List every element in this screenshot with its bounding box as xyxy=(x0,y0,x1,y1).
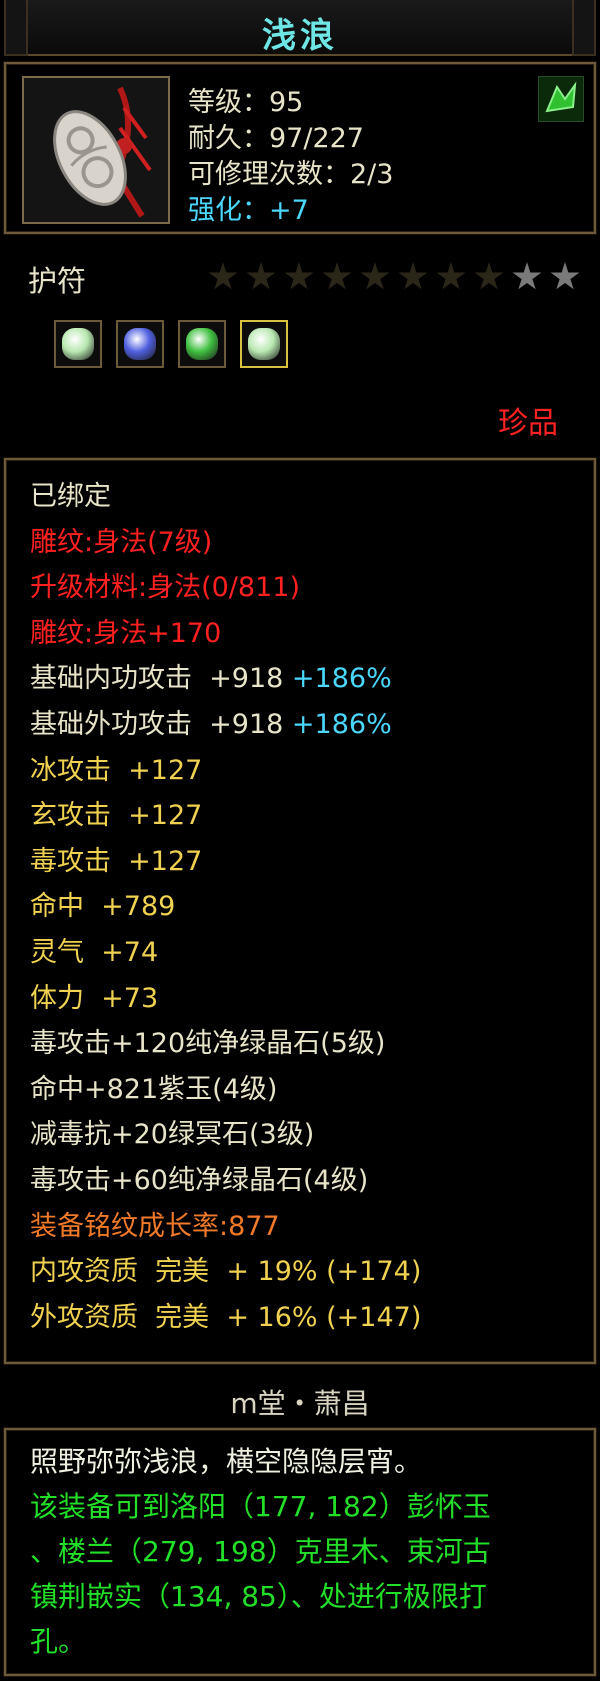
stat-line-text: 减毒抗+20绿冥石(3级) xyxy=(30,1119,315,1151)
stat-line-text: 内攻资质 完美 + 19% (+174) xyxy=(30,1256,422,1288)
star-icon xyxy=(360,262,390,290)
stat-line: 命中 +789 xyxy=(30,884,175,923)
enhance-stars xyxy=(208,262,580,292)
stat-line-text: 命中+821紫玉(4级) xyxy=(30,1073,278,1105)
stat-line: 毒攻击 +127 xyxy=(30,839,202,878)
stat-line: 体力 +73 xyxy=(30,976,158,1015)
set-name: m堂・萧昌 xyxy=(230,1387,370,1420)
stat-line: 雕纹:身法(7级) xyxy=(30,520,212,559)
stat-line-text: 冰攻击 +127 xyxy=(30,754,203,786)
star-icon xyxy=(322,262,352,290)
stat-line: 玄攻击 +127 xyxy=(30,793,202,832)
description-line: 孔。 xyxy=(30,1625,87,1658)
stat-line: 减毒抗+20绿冥石(3级) xyxy=(30,1112,314,1151)
item-type: 护符 xyxy=(28,264,87,298)
stat-line-bonus: +186% xyxy=(291,709,392,740)
star-icon xyxy=(512,262,542,290)
pure-green-crystal-icon xyxy=(62,328,94,360)
stat-line: 毒攻击+120纯净绿晶石(5级) xyxy=(30,1021,385,1060)
stat-line-text: 命中 +789 xyxy=(30,891,176,923)
amulet-image xyxy=(24,78,168,222)
stat-line-text: 雕纹:身法(7级) xyxy=(30,526,213,558)
description-line: 、楼兰（279, 198）克里木、束河古 xyxy=(30,1535,491,1568)
stat-line-text: 外攻资质 完美 + 16% (+147) xyxy=(30,1301,422,1333)
rarity-label: 珍品 xyxy=(498,406,558,441)
stat-line: 装备铭纹成长率:877 xyxy=(30,1204,280,1243)
stat-line-text: 雕纹:身法+170 xyxy=(30,617,222,649)
item-header-panel: 等级：95 耐久：97/227 可修理次数：2/3 强化：+7 xyxy=(4,62,596,234)
stat-line: 雕纹:身法+170 xyxy=(30,611,221,650)
stats-panel: 已绑定雕纹:身法(7级) 升级材料:身法(0/811) 雕纹:身法+170 基础内功攻… xyxy=(4,458,596,1364)
green-gem-icon xyxy=(538,76,584,122)
repair-count-stat: 可修理次数：2/3 xyxy=(188,159,394,190)
description-panel: 照野弥弥浅浪，横空隐隐层宵。该装备可到洛阳（177, 182）彭怀玉 、楼兰（27… xyxy=(4,1428,596,1676)
gem-slot[interactable] xyxy=(240,320,288,368)
stat-line-text: 毒攻击+60纯净绿晶石(4级) xyxy=(30,1165,369,1196)
gem-sockets xyxy=(54,320,288,368)
stat-line: 命中+821紫玉(4级) xyxy=(30,1067,277,1106)
stat-line: 基础外功攻击 +918 +186% xyxy=(30,702,392,741)
stat-line-text: 已绑定 xyxy=(30,481,111,512)
star-icon xyxy=(246,262,276,290)
description-line: 照野弥弥浅浪，横空隐隐层宵。 xyxy=(30,1445,423,1478)
stat-line-text: 体力 +73 xyxy=(30,982,159,1014)
stat-line: 毒攻击+60纯净绿晶石(4级) xyxy=(30,1158,368,1197)
star-icon xyxy=(550,262,580,290)
star-icon xyxy=(436,262,466,290)
stat-line: 灵气 +74 xyxy=(30,930,158,969)
level-stat: 等级：95 xyxy=(188,87,304,118)
gem-slot[interactable] xyxy=(54,320,102,368)
description-line: 镇荆嵌实（134, 85）、处进行极限打 xyxy=(30,1580,487,1613)
stat-line: 内攻资质 完美 + 19% (+174) xyxy=(30,1249,421,1288)
stat-line: 冰攻击 +127 xyxy=(30,748,202,787)
stat-line-text: 基础内功攻击 +918 xyxy=(30,663,292,695)
stat-line: 已绑定 xyxy=(30,474,111,513)
stat-line-text: 基础外功攻击 +918 xyxy=(30,709,292,740)
stat-line-text: 玄攻击 +127 xyxy=(30,800,203,832)
stat-line: 外攻资质 完美 + 16% (+147) xyxy=(30,1295,421,1334)
star-icon xyxy=(284,262,314,290)
stat-line: 升级材料:身法(0/811) xyxy=(30,565,300,604)
star-icon xyxy=(208,262,238,290)
stat-line-text: 升级材料:身法(0/811) xyxy=(30,572,300,604)
stat-line-bonus: +186% xyxy=(291,663,392,695)
amulet-icon xyxy=(22,76,170,224)
enhance-stat: 强化：+7 xyxy=(188,195,309,226)
item-title: 浅浪 xyxy=(262,16,338,56)
description-line: 该装备可到洛阳（177, 182）彭怀玉 xyxy=(30,1490,491,1523)
stat-line: 基础内功攻击 +918 +186% xyxy=(30,656,392,695)
gem-slot[interactable] xyxy=(178,320,226,368)
stat-line-text: 毒攻击 +127 xyxy=(30,845,203,877)
star-icon xyxy=(474,262,504,290)
stat-line-text: 毒攻击+120纯净绿晶石(5级) xyxy=(30,1028,386,1060)
purple-jade-icon xyxy=(124,328,156,360)
green-dark-stone-icon xyxy=(186,328,218,360)
stat-line-text: 灵气 +74 xyxy=(30,937,159,968)
stat-line-text: 装备铭纹成长率:877 xyxy=(30,1210,280,1242)
gem-slot[interactable] xyxy=(116,320,164,368)
durability-stat: 耐久：97/227 xyxy=(188,123,364,154)
title-bar: 浅浪 xyxy=(4,0,596,56)
star-icon xyxy=(398,262,428,290)
pure-green-crystal-icon xyxy=(248,328,280,360)
